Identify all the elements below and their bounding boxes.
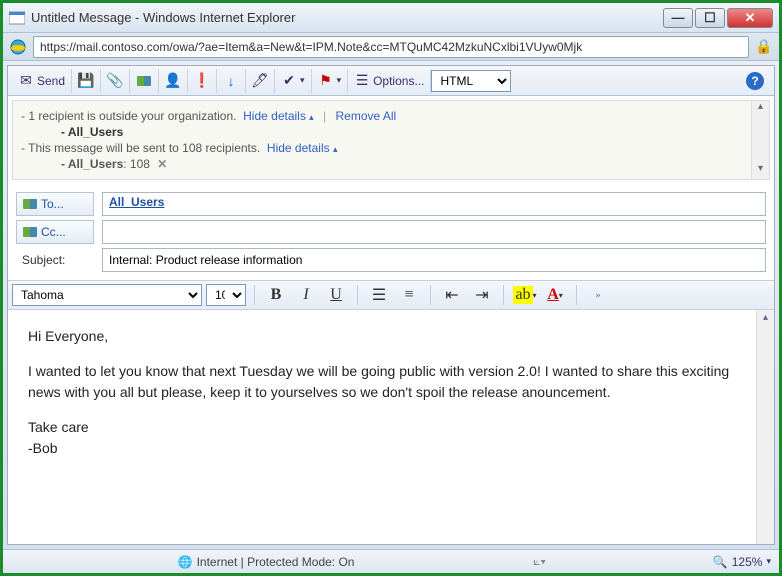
book-icon — [136, 73, 152, 89]
send-icon: ✉ — [18, 73, 34, 89]
body-paragraph: I wanted to let you know that next Tuesd… — [28, 361, 754, 403]
options-label: Options... — [373, 74, 424, 88]
to-field[interactable]: All_Users — [102, 192, 766, 216]
font-family-select[interactable]: Tahoma — [12, 284, 202, 306]
importance-low-icon: ↓ — [223, 73, 239, 89]
status-bar: 🌐 Internet | Protected Mode: On ⟀▾ 🔍 125… — [3, 549, 779, 573]
chevron-up-icon: ▴ — [309, 112, 314, 122]
flag-icon: ⚑ — [318, 73, 334, 89]
spellcheck-button[interactable]: ✔▾ — [275, 69, 312, 93]
book-icon — [23, 199, 37, 209]
outdent-button[interactable]: ⇤ — [439, 284, 465, 306]
mailtip-count-text: - This message will be sent to 108 recip… — [21, 141, 260, 155]
body-paragraph: Hi Everyone, — [28, 326, 754, 347]
mailtip-group-2-count: : 108 — [123, 157, 150, 171]
signature-button[interactable]: 🖊 — [246, 69, 275, 93]
mailtip-group-2-name: - All_Users — [61, 157, 123, 171]
check-names-button[interactable]: 👤 — [159, 69, 188, 93]
scroll-up-icon[interactable]: ▴ — [757, 310, 774, 326]
highlight-button[interactable]: ab▾ — [512, 284, 538, 306]
mailtip-group-1: - All_Users — [61, 125, 761, 139]
url-input[interactable] — [33, 36, 749, 58]
subject-input[interactable] — [102, 248, 766, 272]
message-body[interactable]: Hi Everyone, I wanted to let you know th… — [8, 310, 774, 544]
help-button[interactable]: ? — [746, 72, 764, 90]
cc-field[interactable] — [102, 220, 766, 244]
font-color-button[interactable]: A▾ — [542, 284, 568, 306]
header-fields: To... All_Users Cc... Subject: — [8, 184, 774, 280]
format-toolbar: Tahoma 10 B I U ☰ ≡ ⇤ ⇥ ab▾ A▾ » — [8, 280, 774, 310]
security-zone: 🌐 Internet | Protected Mode: On — [178, 555, 355, 569]
zoom-control[interactable]: 🔍 125% ▾ — [713, 555, 771, 569]
globe-icon: 🌐 — [178, 555, 193, 569]
zoom-value: 125% — [732, 555, 763, 569]
underline-button[interactable]: U — [323, 284, 349, 306]
browser-window: Untitled Message - Windows Internet Expl… — [0, 0, 782, 576]
chevron-up-icon: ▴ — [333, 144, 338, 154]
check-names-icon: 👤 — [165, 73, 181, 89]
cc-button[interactable]: Cc... — [16, 220, 94, 244]
address-bar: 🔒 — [3, 33, 779, 61]
maximize-button[interactable]: ☐ — [695, 8, 725, 28]
send-label: Send — [37, 74, 65, 88]
subject-label: Subject: — [16, 248, 94, 272]
font-size-select[interactable]: 10 — [206, 284, 246, 306]
importance-high-icon: ❗ — [194, 73, 210, 89]
scroll-up-icon[interactable]: ▴ — [752, 101, 769, 117]
page-favicon — [9, 10, 25, 26]
hide-details-link-1[interactable]: Hide details ▴ — [243, 109, 314, 123]
importance-high-button[interactable]: ❗ — [188, 69, 217, 93]
body-paragraph: Take care — [28, 417, 754, 438]
options-button[interactable]: ☰ Options... — [348, 69, 431, 93]
zoom-icon: 🔍 — [713, 555, 728, 569]
close-button[interactable]: ✕ — [727, 8, 773, 28]
compose-toolbar: ✉ Send 💾 📎 👤 ❗ ↓ 🖊 ✔▾ ⚑▾ ☰ Options... HT… — [8, 66, 774, 96]
remove-all-link[interactable]: Remove All — [336, 109, 397, 123]
window-controls: — ☐ ✕ — [663, 8, 773, 28]
bold-button[interactable]: B — [263, 284, 289, 306]
paperclip-icon: 📎 — [107, 73, 123, 89]
to-recipient-chip[interactable]: All_Users — [109, 195, 164, 209]
indent-button[interactable]: ⇥ — [469, 284, 495, 306]
save-button[interactable]: 💾 — [72, 69, 101, 93]
mailtips-scrollbar[interactable]: ▴ ▾ — [751, 101, 769, 179]
scroll-down-icon[interactable]: ▾ — [752, 163, 769, 179]
chevron-down-icon: ▾ — [766, 556, 771, 567]
bullet-list-button[interactable]: ☰ — [366, 284, 392, 306]
save-icon: 💾 — [78, 73, 94, 89]
mailtip-external-text: - 1 recipient is outside your organizati… — [21, 109, 236, 123]
ie-icon — [9, 38, 27, 56]
attach-button[interactable]: 📎 — [101, 69, 130, 93]
mailtips-panel: - 1 recipient is outside your organizati… — [12, 100, 770, 180]
lock-icon: 🔒 — [755, 38, 773, 56]
flag-button[interactable]: ⚑▾ — [312, 69, 349, 93]
spellcheck-icon: ✔ — [281, 73, 297, 89]
format-select[interactable]: HTML — [431, 70, 511, 92]
message-compose: ✉ Send 💾 📎 👤 ❗ ↓ 🖊 ✔▾ ⚑▾ ☰ Options... HT… — [7, 65, 775, 545]
send-button[interactable]: ✉ Send — [12, 69, 72, 93]
remove-group-button[interactable]: ✕ — [157, 157, 167, 171]
more-format-button[interactable]: » — [585, 284, 611, 306]
signature-icon: 🖊 — [252, 73, 268, 89]
address-book-button[interactable] — [130, 69, 159, 93]
resize-grip-icon[interactable]: ⟀▾ — [533, 554, 546, 569]
body-scrollbar[interactable]: ▴ — [756, 310, 774, 544]
number-list-button[interactable]: ≡ — [396, 284, 422, 306]
options-icon: ☰ — [354, 73, 370, 89]
hide-details-link-2[interactable]: Hide details ▴ — [267, 141, 338, 155]
to-button[interactable]: To... — [16, 192, 94, 216]
zone-text: Internet | Protected Mode: On — [197, 555, 355, 569]
minimize-button[interactable]: — — [663, 8, 693, 28]
titlebar: Untitled Message - Windows Internet Expl… — [3, 3, 779, 33]
body-paragraph: -Bob — [28, 438, 754, 459]
window-title: Untitled Message - Windows Internet Expl… — [31, 10, 663, 25]
italic-button[interactable]: I — [293, 284, 319, 306]
importance-low-button[interactable]: ↓ — [217, 69, 246, 93]
book-icon — [23, 227, 37, 237]
